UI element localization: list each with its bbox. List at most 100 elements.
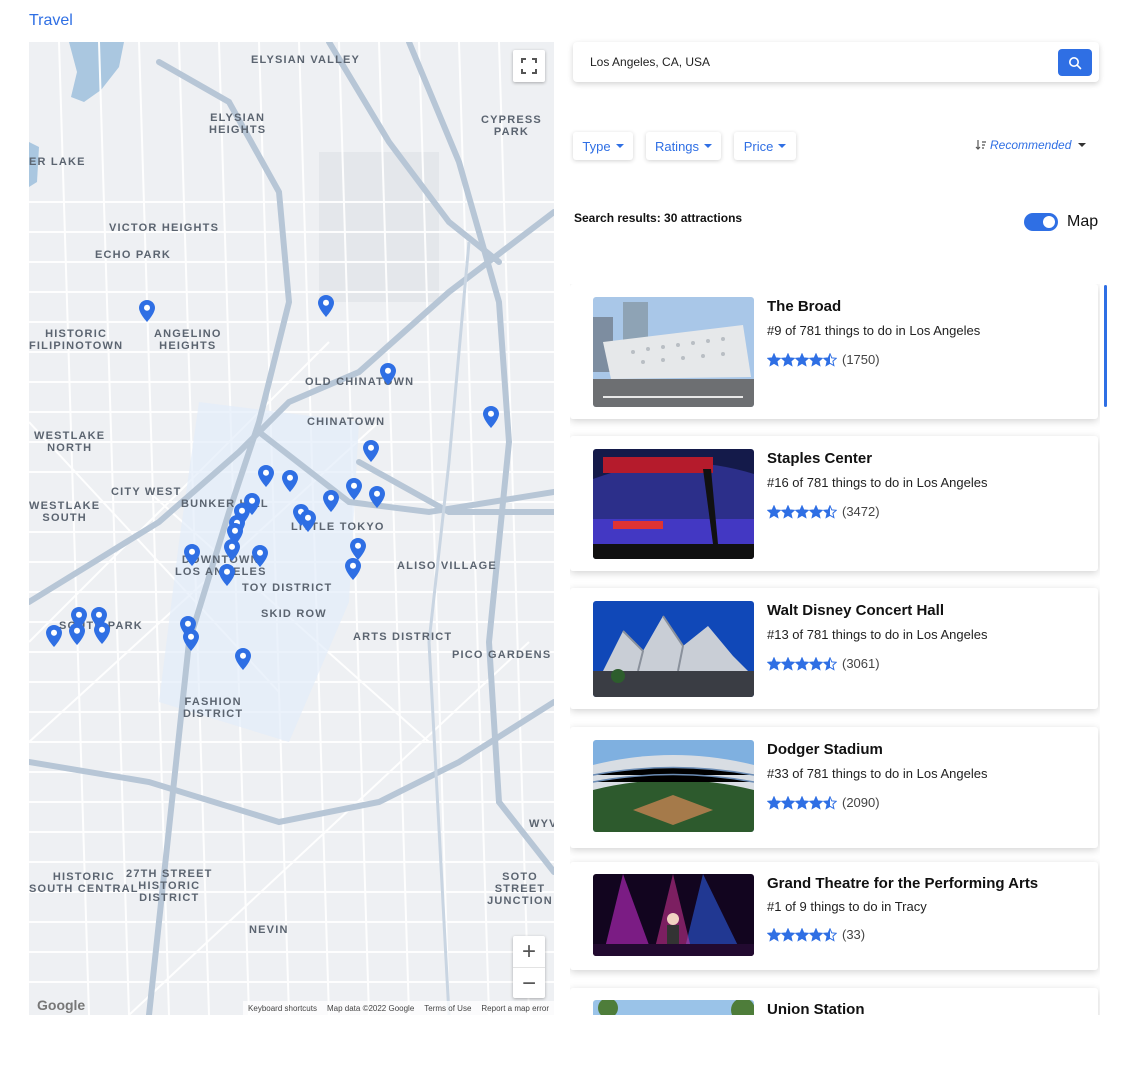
caret-down-icon xyxy=(615,144,624,148)
attraction-name[interactable]: Staples Center xyxy=(767,450,872,467)
map-toggle-label: Map xyxy=(1067,213,1099,230)
attraction-card[interactable]: Union Station xyxy=(570,988,1098,1015)
map-toggle-switch[interactable] xyxy=(1024,213,1058,231)
map-pin-icon[interactable] xyxy=(483,406,499,428)
star-icon xyxy=(823,656,837,671)
star-icon xyxy=(781,927,795,942)
map-pin-icon[interactable] xyxy=(219,564,235,586)
list-scrollbar[interactable] xyxy=(1104,285,1107,407)
star-icon xyxy=(809,352,823,367)
star-icon xyxy=(781,795,795,810)
rating-stars xyxy=(767,504,837,519)
fullscreen-icon xyxy=(521,58,537,74)
map-pin-icon[interactable] xyxy=(252,545,268,567)
map-pin-icon[interactable] xyxy=(69,623,85,645)
attraction-rank: #1 of 9 things to do in Tracy xyxy=(767,899,927,914)
map-label: WESTLAKE NORTH xyxy=(34,430,106,454)
map-pin-icon[interactable] xyxy=(235,648,251,670)
attraction-name[interactable]: Dodger Stadium xyxy=(767,741,883,758)
map-pin-icon[interactable] xyxy=(346,478,362,500)
attraction-card[interactable]: Grand Theatre for the Performing Arts #1… xyxy=(570,862,1098,970)
map-pin-icon[interactable] xyxy=(300,510,316,532)
map-label: NEVIN xyxy=(249,924,289,936)
map-label: SOTO STREET JUNCTION xyxy=(487,871,553,907)
star-icon xyxy=(767,504,781,519)
attraction-card[interactable]: Staples Center #16 of 781 things to do i… xyxy=(570,436,1098,571)
attraction-name[interactable]: Grand Theatre for the Performing Arts xyxy=(767,875,1038,892)
map-pin-icon[interactable] xyxy=(94,622,110,644)
map-label: PICO GARDENS xyxy=(452,649,552,661)
star-icon xyxy=(823,927,837,942)
map-pin-icon[interactable] xyxy=(258,465,274,487)
attraction-rank: #9 of 781 things to do in Los Angeles xyxy=(767,323,981,338)
map-footer: Keyboard shortcuts Map data ©2022 Google… xyxy=(243,1001,554,1015)
map-pin-icon[interactable] xyxy=(369,486,385,508)
attraction-photo xyxy=(593,449,754,559)
map-label: ELYSIAN VALLEY xyxy=(251,54,361,66)
map-pin-icon[interactable] xyxy=(139,300,155,322)
attraction-card[interactable]: Dodger Stadium #33 of 781 things to do i… xyxy=(570,727,1098,848)
attraction-name[interactable]: Union Station xyxy=(767,1001,865,1015)
map-pin-icon[interactable] xyxy=(46,625,62,647)
map-pin-icon[interactable] xyxy=(363,440,379,462)
map-pin-icon[interactable] xyxy=(224,539,240,561)
map-label: VICTOR HEIGHTS xyxy=(109,222,220,234)
map[interactable]: ELYSIAN VALLEY ELYSIAN HEIGHTS CYPRESS P… xyxy=(29,42,554,1015)
map-pin-icon[interactable] xyxy=(318,295,334,317)
map-label: WESTLAKE SOUTH xyxy=(29,500,101,524)
star-icon xyxy=(795,504,809,519)
ratings-filter-dropdown[interactable]: Ratings xyxy=(646,132,721,160)
map-pin-icon[interactable] xyxy=(350,538,366,560)
search-icon xyxy=(1069,56,1082,69)
keyboard-shortcuts-link[interactable]: Keyboard shortcuts xyxy=(248,1004,317,1013)
map-label: CHINATOWN xyxy=(307,416,386,428)
price-filter-dropdown[interactable]: Price xyxy=(734,132,796,160)
map-label: ALISO VILLAGE xyxy=(397,560,497,572)
map-pin-icon[interactable] xyxy=(184,544,200,566)
review-count: (3061) xyxy=(842,656,880,671)
brand-link[interactable]: Travel xyxy=(29,12,73,30)
attraction-photo xyxy=(593,874,754,956)
zoom-in-button[interactable]: + xyxy=(513,936,545,967)
map-pin-icon[interactable] xyxy=(345,558,361,580)
attraction-list[interactable]: The Broad #9 of 781 things to do in Los … xyxy=(570,284,1100,1015)
type-filter-dropdown[interactable]: Type xyxy=(573,132,633,160)
star-icon xyxy=(795,927,809,942)
map-pin-icon[interactable] xyxy=(183,629,199,651)
map-toggle[interactable]: Map xyxy=(1024,213,1098,231)
attraction-photo xyxy=(593,1000,754,1015)
star-icon xyxy=(809,504,823,519)
attraction-photo xyxy=(593,601,754,697)
sort-dropdown[interactable]: Recommended xyxy=(975,138,1087,152)
map-pin-icon[interactable] xyxy=(323,490,339,512)
map-pin-icon[interactable] xyxy=(380,363,396,385)
star-icon xyxy=(767,656,781,671)
star-icon xyxy=(823,352,837,367)
star-icon xyxy=(795,656,809,671)
fullscreen-button[interactable] xyxy=(513,50,545,82)
search-input[interactable] xyxy=(573,42,1060,82)
terms-link[interactable]: Terms of Use xyxy=(424,1004,471,1013)
map-label: WYV xyxy=(529,818,554,830)
attraction-name[interactable]: The Broad xyxy=(767,298,841,315)
rating-stars xyxy=(767,795,837,810)
report-error-link[interactable]: Report a map error xyxy=(481,1004,549,1013)
star-icon xyxy=(781,656,795,671)
attraction-card[interactable]: Walt Disney Concert Hall #13 of 781 thin… xyxy=(570,588,1098,709)
attraction-rating: (33) xyxy=(767,927,865,942)
map-label: SKID ROW xyxy=(261,608,327,620)
star-icon xyxy=(767,795,781,810)
attraction-rank: #16 of 781 things to do in Los Angeles xyxy=(767,475,988,490)
attraction-rating: (2090) xyxy=(767,795,880,810)
attraction-card[interactable]: The Broad #9 of 781 things to do in Los … xyxy=(570,284,1098,419)
rating-stars xyxy=(767,656,837,671)
google-logo: Google xyxy=(37,997,86,1013)
attraction-name[interactable]: Walt Disney Concert Hall xyxy=(767,602,944,619)
map-pin-icon[interactable] xyxy=(282,470,298,492)
zoom-out-button[interactable]: − xyxy=(513,967,545,999)
map-label: ELYSIAN HEIGHTS xyxy=(209,112,267,136)
search-button[interactable] xyxy=(1058,49,1092,76)
star-icon xyxy=(809,795,823,810)
map-label: HISTORIC FILIPINOTOWN xyxy=(29,328,124,352)
results-summary: Search results: 30 attractions xyxy=(574,211,743,225)
